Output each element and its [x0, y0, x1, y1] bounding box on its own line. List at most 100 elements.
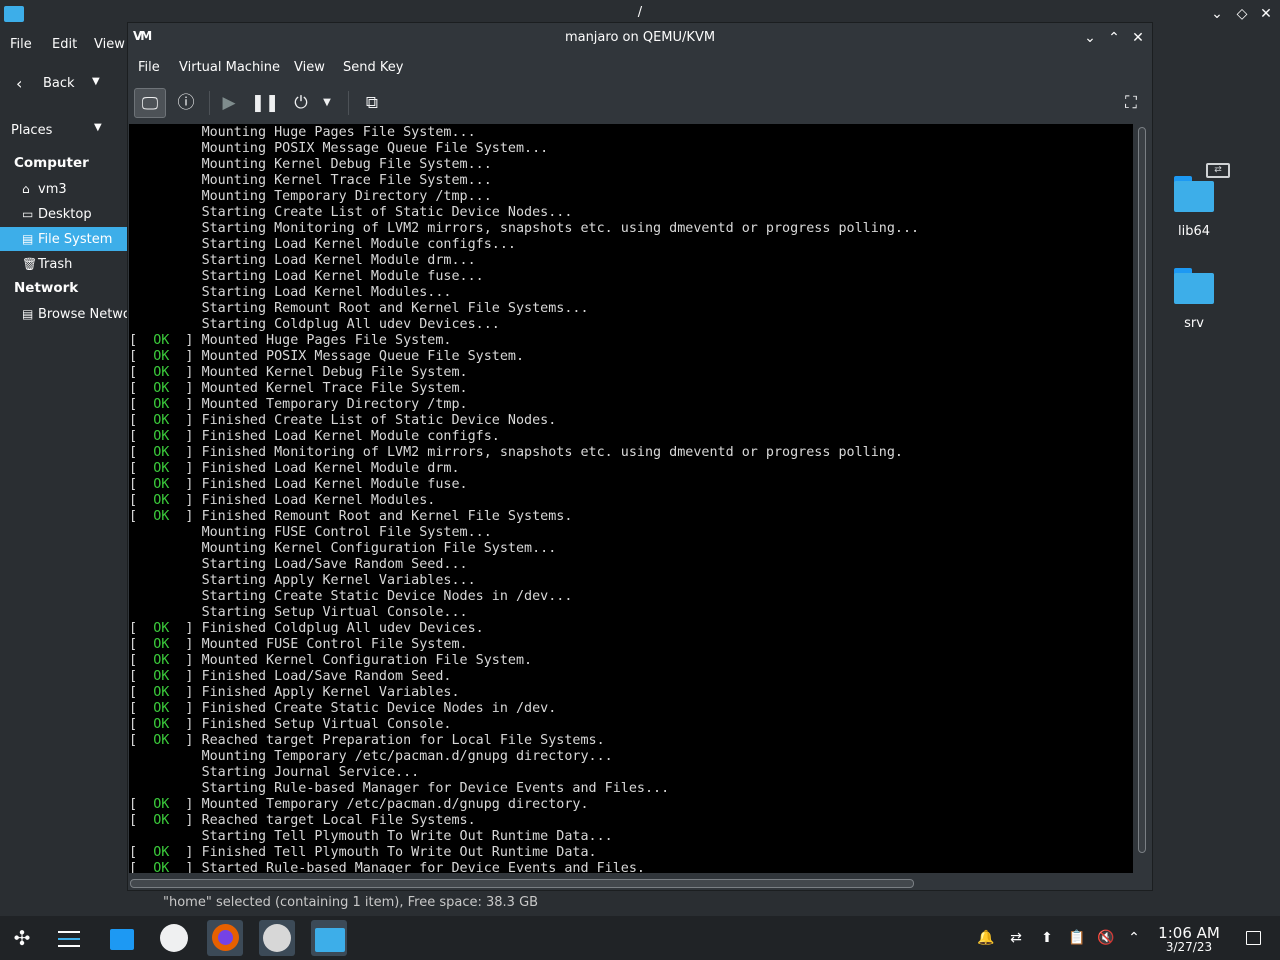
console-line: Mounting Huge Pages File System...	[129, 125, 476, 141]
sidebar-item-desktop[interactable]: ▭ Desktop	[0, 202, 128, 226]
console-line: [ OK ] Finished Create Static Device Nod…	[129, 701, 557, 716]
console-line: Mounting Kernel Configuration File Syste…	[129, 541, 557, 557]
maximize-icon[interactable]: ⌃	[1104, 28, 1124, 48]
ok-status-badge: OK	[153, 477, 170, 492]
vm-window: VM manjaro on QEMU/KVM ⌄ ⌃ ✕ File Virtua…	[127, 22, 1153, 891]
ok-status-badge: OK	[153, 509, 170, 524]
console-view-icon[interactable]: 🖵	[134, 88, 166, 118]
minimize-icon[interactable]: ⌄	[1080, 28, 1100, 48]
menu-view[interactable]: View	[294, 60, 325, 75]
back-button[interactable]: Back	[43, 76, 75, 91]
ok-status-badge: OK	[153, 717, 170, 732]
ok-status-badge: OK	[153, 733, 170, 748]
discover-store-icon[interactable]	[103, 920, 139, 956]
minimize-icon[interactable]: ⌄	[1207, 4, 1227, 24]
network-icon[interactable]: ⇄	[1007, 929, 1025, 947]
menu-view[interactable]: View	[94, 37, 125, 52]
folder-lib64[interactable]: lib64	[1154, 176, 1234, 239]
sidebar-item-browse-network[interactable]: ▤ Browse Network	[0, 302, 128, 326]
vm-console[interactable]: Mounting Huge Pages File System... Mount…	[129, 124, 1133, 873]
toolbar-separator	[348, 91, 349, 115]
console-line: Mounting Temporary Directory /tmp...	[129, 189, 492, 205]
desktop-icon: ▭	[22, 207, 34, 221]
console-line-text: Mounting Temporary Directory /tmp...	[201, 189, 492, 204]
console-line-text: Starting Load Kernel Modules...	[201, 285, 452, 300]
menu-virtual-machine[interactable]: Virtual Machine	[179, 60, 280, 75]
power-icon[interactable]: ⏻	[285, 88, 317, 118]
kdeconnect-icon[interactable]	[156, 920, 192, 956]
clipboard-icon[interactable]: 📋	[1068, 929, 1086, 947]
console-line-text: Finished Load/Save Random Seed.	[201, 669, 452, 684]
console-line-text: Starting Remount Root and Kernel File Sy…	[201, 301, 589, 316]
updates-icon[interactable]: ⬆	[1038, 929, 1056, 947]
console-line-text: Starting Apply Kernel Variables...	[201, 573, 476, 588]
console-line-text: Starting Create List of Static Device No…	[201, 205, 573, 220]
folder-srv[interactable]: srv	[1154, 268, 1234, 331]
show-desktop-icon[interactable]	[1246, 931, 1261, 945]
console-line-text: Starting Journal Service...	[201, 765, 420, 780]
clock-date[interactable]: 3/27/23	[1157, 940, 1221, 954]
vm-title: manjaro on QEMU/KVM	[564, 30, 716, 45]
tray-expand-icon[interactable]: ⌃	[1125, 929, 1143, 947]
dolphin-icon[interactable]	[311, 920, 347, 956]
console-line: Starting Create Static Device Nodes in /…	[129, 589, 573, 605]
details-icon[interactable]: ⓘ	[170, 88, 202, 118]
virt-manager-icon[interactable]	[259, 920, 295, 956]
sidebar-item-label: File System	[38, 232, 113, 247]
drive-icon: ▤	[22, 232, 34, 246]
run-icon[interactable]: ▶	[213, 88, 245, 118]
console-line: Starting Load Kernel Module configfs...	[129, 237, 516, 253]
console-line: Starting Create List of Static Device No…	[129, 205, 573, 221]
sidebar-section-computer: Computer	[14, 155, 89, 171]
horizontal-scrollbar[interactable]	[130, 879, 914, 888]
volume-muted-icon[interactable]: 🔇	[1097, 929, 1115, 947]
chevron-down-icon[interactable]: ▼	[94, 122, 102, 133]
sidebar-item-filesystem[interactable]: ▤ File System	[0, 227, 128, 251]
menu-file[interactable]: File	[10, 37, 32, 52]
sidebar-item-trash[interactable]: 🗑Trash	[0, 252, 128, 276]
app-launcher-icon[interactable]: ✣	[4, 920, 40, 956]
firefox-icon[interactable]	[207, 920, 243, 956]
snapshots-icon[interactable]: ⧉	[356, 88, 388, 118]
settings-icon[interactable]	[51, 920, 87, 956]
console-line-text: Started Rule-based Manager for Device Ev…	[201, 861, 645, 873]
dropdown-icon[interactable]: ▼	[317, 88, 337, 118]
console-line: Mounting POSIX Message Queue File System…	[129, 141, 549, 157]
notifications-icon[interactable]: 🔔	[977, 929, 995, 947]
console-line: Starting Load/Save Random Seed...	[129, 557, 468, 573]
console-line-text: Starting Rule-based Manager for Device E…	[201, 781, 670, 796]
ok-status-badge: OK	[153, 397, 170, 412]
ok-status-badge: OK	[153, 349, 170, 364]
menu-send-key[interactable]: Send Key	[343, 60, 403, 75]
console-line-text: Finished Load Kernel Module fuse.	[201, 477, 468, 492]
places-header[interactable]: Places	[11, 123, 52, 138]
vertical-scrollbar[interactable]	[1138, 127, 1146, 853]
network-icon: ▤	[22, 307, 34, 321]
pause-icon[interactable]: ❚❚	[249, 88, 281, 118]
console-line: Starting Load Kernel Module drm...	[129, 253, 476, 269]
console-line: [ OK ] Mounted Kernel Trace File System.	[129, 381, 468, 396]
sidebar-item-home[interactable]: ⌂ vm3	[0, 177, 128, 201]
ok-status-badge: OK	[153, 333, 170, 348]
console-line-text: Starting Load/Save Random Seed...	[201, 557, 468, 572]
console-line: [ OK ] Finished Load Kernel Module fuse.	[129, 477, 468, 492]
close-icon[interactable]: ✕	[1256, 4, 1276, 24]
chevron-down-icon[interactable]: ▼	[92, 76, 100, 87]
ok-status-badge: OK	[153, 669, 170, 684]
fullscreen-icon[interactable]: ⛶	[1115, 88, 1147, 118]
back-icon[interactable]: ‹	[16, 74, 22, 93]
maximize-icon[interactable]: ◇	[1232, 4, 1252, 24]
filemanager-navbar: ‹ Back ▼	[0, 66, 130, 102]
ok-status-badge: OK	[153, 813, 170, 828]
console-line: [ OK ] Finished Load Kernel Module drm.	[129, 461, 460, 476]
console-line-text: Mounting Kernel Configuration File Syste…	[201, 541, 557, 556]
ok-status-badge: OK	[153, 797, 170, 812]
console-line-text: Starting Coldplug All udev Devices...	[201, 317, 500, 332]
symlink-icon: ⇄	[1206, 163, 1230, 178]
folder-icon	[1174, 268, 1214, 304]
filemanager-menubar: File Edit View	[0, 30, 130, 60]
console-line: [ OK ] Started Rule-based Manager for De…	[129, 861, 645, 873]
menu-edit[interactable]: Edit	[52, 37, 77, 52]
menu-file[interactable]: File	[138, 60, 160, 75]
close-icon[interactable]: ✕	[1128, 28, 1148, 48]
